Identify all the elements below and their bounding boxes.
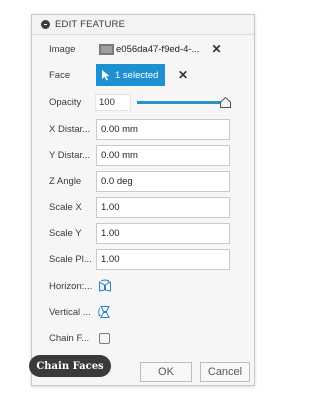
opacity-row: Opacity 100 [32,91,254,113]
flip-horizontal-icon[interactable] [98,279,112,293]
scale-y-label: Scale Y [49,227,82,239]
scale-x-input[interactable]: 1.00 [96,196,230,218]
x-distance-label: X Distar... [49,123,91,135]
dialog-header[interactable]: EDIT FEATURE [32,15,254,35]
clear-image-icon[interactable]: ✕ [211,42,221,56]
z-angle-label: Z Angle [49,175,82,187]
cancel-button[interactable]: Cancel [200,362,250,382]
cursor-arrow-icon [102,69,110,80]
opacity-slider[interactable] [137,96,231,108]
chain-faces-row: Chain F... [32,327,254,349]
z-angle-input[interactable]: 0.0 deg [96,170,230,192]
opacity-label: Opacity [49,96,82,108]
opacity-slider-thumb[interactable] [220,97,231,108]
image-thumbnail-icon [99,43,114,55]
edit-feature-dialog: EDIT FEATURE Image e056da47-f9ed-4-... ✕… [31,14,255,386]
chain-faces-checkbox[interactable] [99,332,110,344]
scale-y-row: Scale Y 1.00 [32,222,254,244]
face-selection-button[interactable]: 1 selected [96,64,165,86]
image-row: Image e056da47-f9ed-4-... ✕ [32,38,254,60]
x-distance-row: X Distar... 0.00 mm [32,118,254,140]
face-row: Face 1 selected ✕ [32,64,254,86]
scale-plane-label: Scale Pl... [49,253,92,265]
opacity-slider-track [137,101,225,104]
chain-faces-label: Chain F... [49,332,90,344]
scale-x-row: Scale X 1.00 [32,196,254,218]
opacity-value-input[interactable]: 100 [95,93,131,111]
image-filename: e056da47-f9ed-4-... [116,43,200,55]
image-label: Image [49,43,76,55]
dialog-title: EDIT FEATURE [55,19,126,30]
ok-button[interactable]: OK [140,362,192,382]
scale-x-label: Scale X [49,201,82,213]
x-distance-input[interactable]: 0.00 mm [96,118,230,140]
face-selector: 1 selected ✕ [96,64,188,86]
chain-faces-tooltip: Chain Faces [29,355,111,377]
y-distance-label: Y Distar... [49,149,91,161]
face-label: Face [49,69,71,81]
vertical-flip-label: Vertical ... [49,306,91,318]
face-selection-text: 1 selected [115,69,159,81]
y-distance-row: Y Distar... 0.00 mm [32,144,254,166]
collapse-icon[interactable] [41,20,50,29]
scale-plane-input[interactable]: 1.00 [96,248,230,270]
clear-face-icon[interactable]: ✕ [178,68,188,82]
y-distance-input[interactable]: 0.00 mm [96,144,230,166]
horizontal-flip-row: Horizon:... [32,275,254,297]
scale-plane-row: Scale Pl... 1.00 [32,248,254,270]
flip-vertical-icon[interactable] [98,305,112,319]
opacity-control: 100 [95,93,231,111]
horizontal-flip-label: Horizon:... [49,280,93,292]
scale-y-input[interactable]: 1.00 [96,222,230,244]
image-file-selector[interactable]: e056da47-f9ed-4-... ✕ [99,42,222,56]
z-angle-row: Z Angle 0.0 deg [32,170,254,192]
vertical-flip-row: Vertical ... [32,301,254,323]
